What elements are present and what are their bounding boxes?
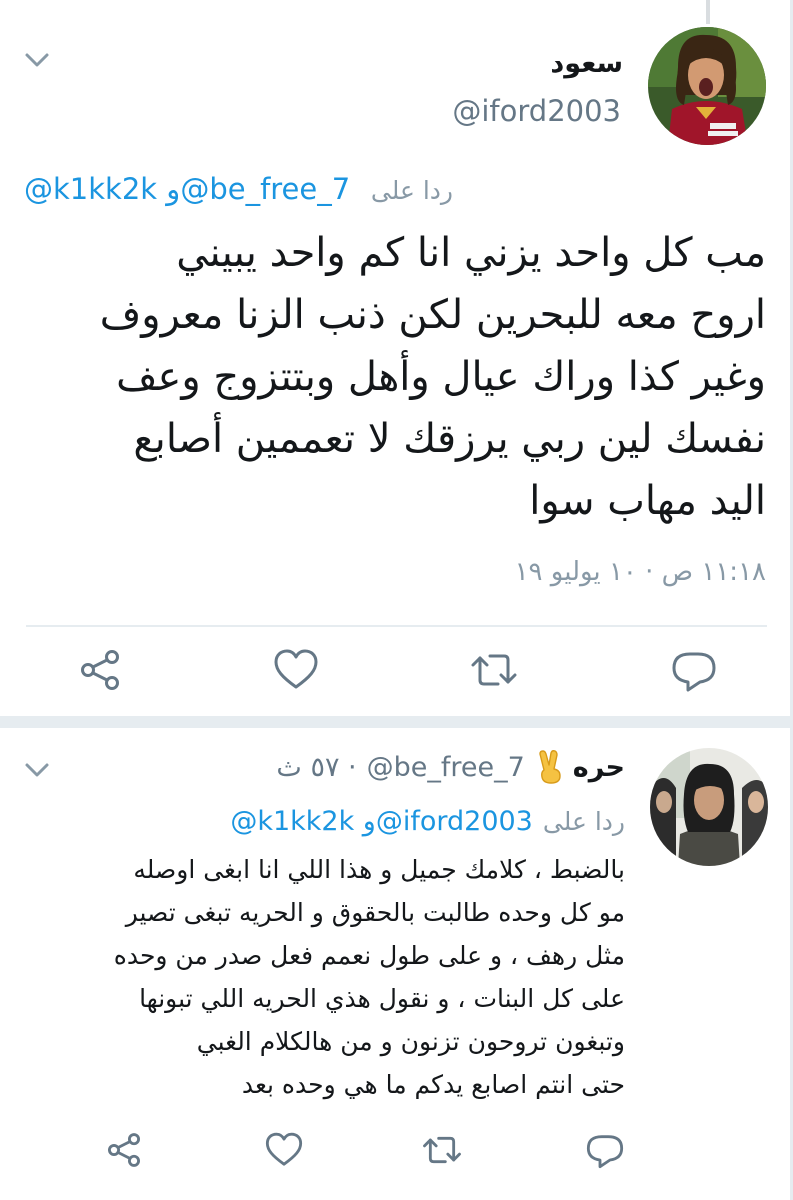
avatar[interactable]	[648, 27, 766, 145]
user-handle[interactable]: @be_free_7	[367, 752, 525, 783]
retweet-icon	[423, 1136, 461, 1164]
reply-to-label: ردا على	[370, 176, 453, 205]
tweet-header: حره @be_free_7 · ٥٧ ث	[276, 750, 625, 784]
like-button[interactable]	[272, 646, 320, 694]
avatar-image	[648, 27, 766, 145]
heart-icon	[265, 1132, 303, 1166]
victory-hand-emoji	[535, 750, 563, 784]
reply-to-line: ردا على @k1kk2k و@iford2003	[230, 806, 625, 837]
avatar[interactable]	[650, 748, 768, 866]
chevron-down-icon[interactable]	[24, 760, 50, 780]
reply-tweet[interactable]: حره @be_free_7 · ٥٧ ث ردا على @k1kk2k و@…	[0, 728, 793, 1200]
reply-to-label: ردا على	[542, 807, 625, 836]
heart-icon	[274, 649, 318, 689]
reply-to-handles[interactable]: @k1kk2k و@iford2003	[230, 806, 533, 837]
chevron-down-icon[interactable]	[24, 50, 50, 70]
tweet-time[interactable]: · ٥٧ ث	[276, 752, 356, 783]
reply-icon	[586, 1135, 624, 1169]
reply-button[interactable]	[670, 646, 718, 694]
retweet-button[interactable]	[422, 1130, 462, 1170]
share-icon	[81, 650, 119, 690]
user-handle[interactable]: @iford2003	[452, 94, 621, 128]
reply-to-handles[interactable]: @k1kk2k و@be_free_7	[24, 172, 350, 206]
tweet-text: مب كل واحد يزني انا كم واحد يبيني اروح م…	[99, 230, 766, 524]
display-name[interactable]: سعود	[550, 48, 623, 79]
tweet-text: بالضبط ، كلامك جميل و هذا اللي انا ابغى …	[113, 855, 625, 1099]
share-button[interactable]	[76, 646, 124, 694]
share-icon	[108, 1133, 140, 1167]
like-button[interactable]	[264, 1130, 304, 1170]
reply-button[interactable]	[585, 1130, 625, 1170]
display-name[interactable]: حره	[573, 752, 625, 783]
divider	[26, 625, 767, 627]
retweet-icon	[471, 654, 517, 686]
avatar-image	[650, 748, 768, 866]
tweet-timestamp[interactable]: ١١:١٨ ص · ١٠ يوليو ١٩	[515, 557, 766, 587]
retweet-button[interactable]	[470, 646, 518, 694]
main-tweet: سعود @iford2003 ردا على @k1kk2k و@be_fre…	[0, 0, 793, 716]
section-separator	[0, 716, 793, 728]
share-button[interactable]	[104, 1130, 144, 1170]
reply-icon	[672, 652, 716, 692]
